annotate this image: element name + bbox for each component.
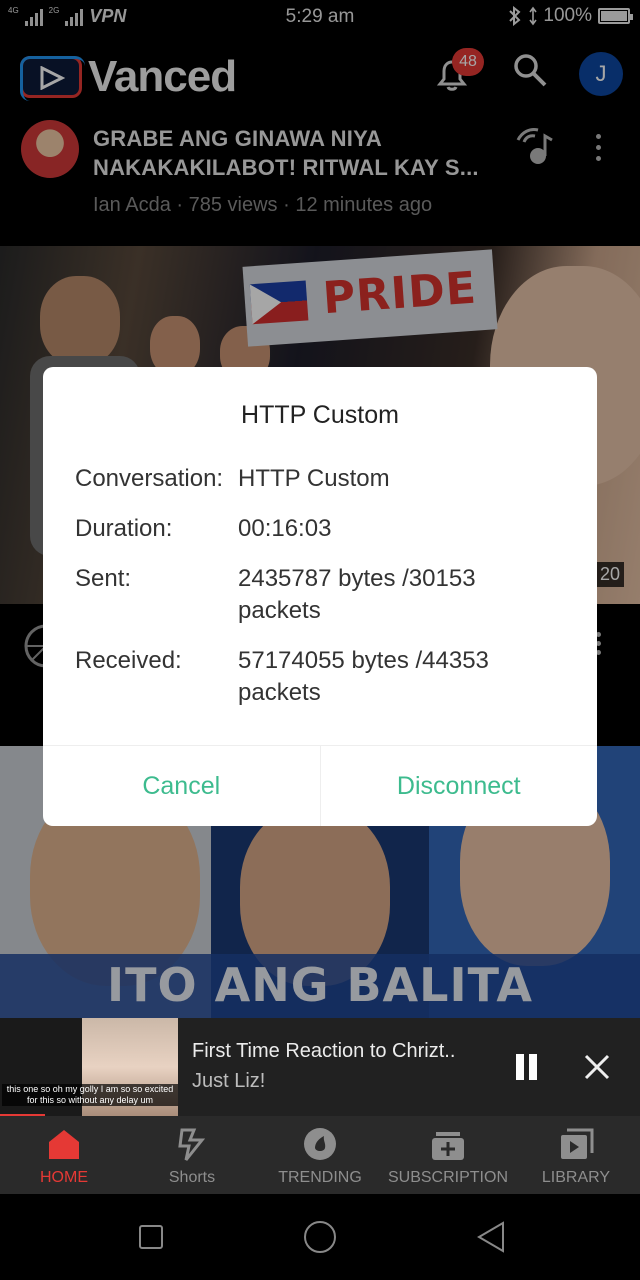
cancel-button[interactable]: Cancel bbox=[43, 746, 320, 826]
nav-trending[interactable]: TRENDING bbox=[256, 1116, 384, 1194]
conversation-label: Conversation: bbox=[75, 465, 224, 492]
http-custom-dialog: HTTP Custom Conversation: HTTP Custom Du… bbox=[43, 367, 597, 826]
library-icon bbox=[561, 1128, 594, 1159]
nav-shorts[interactable]: Shorts bbox=[128, 1116, 256, 1194]
back-icon[interactable] bbox=[476, 1221, 506, 1253]
mini-player[interactable]: this one so oh my golly I am so so excit… bbox=[0, 1018, 640, 1116]
nav-subscription[interactable]: SUBSCRIPTION bbox=[384, 1116, 512, 1194]
system-navigation-bar bbox=[0, 1194, 640, 1280]
recent-apps-icon[interactable] bbox=[139, 1225, 163, 1249]
close-icon[interactable] bbox=[582, 1052, 612, 1082]
nav-subscription-label: SUBSCRIPTION bbox=[387, 1169, 508, 1186]
disconnect-button[interactable]: Disconnect bbox=[319, 746, 598, 826]
nav-home-label: HOME bbox=[40, 1169, 88, 1186]
nav-shorts-label: Shorts bbox=[168, 1169, 216, 1186]
subscription-icon bbox=[432, 1132, 464, 1160]
sent-value: 2435787 bytes /30153 packets bbox=[238, 565, 476, 624]
mini-player-channel: Just Liz! bbox=[192, 1070, 266, 1092]
conversation-value: HTTP Custom bbox=[238, 465, 390, 492]
trending-icon bbox=[304, 1128, 336, 1160]
shorts-icon bbox=[178, 1128, 206, 1161]
nav-library-label: LIBRARY bbox=[541, 1169, 611, 1186]
duration-label: Duration: bbox=[75, 515, 173, 542]
nav-home[interactable]: HOME bbox=[0, 1116, 128, 1194]
dialog-title: HTTP Custom bbox=[241, 401, 399, 429]
mini-player-caption: this one so oh my golly I am so so excit… bbox=[2, 1084, 178, 1106]
received-value: 57174055 bytes /44353 packets bbox=[238, 647, 489, 706]
pause-icon[interactable] bbox=[512, 1054, 540, 1082]
home-icon bbox=[49, 1130, 79, 1159]
mini-player-thumbnail[interactable]: this one so oh my golly I am so so excit… bbox=[0, 1018, 178, 1116]
dialog-button-bar: Cancel Disconnect bbox=[43, 745, 597, 826]
home-button-icon[interactable] bbox=[304, 1221, 336, 1253]
duration-value: 00:16:03 bbox=[238, 515, 332, 542]
mini-player-title[interactable]: First Time Reaction to Chrizt.. bbox=[192, 1040, 455, 1063]
bottom-navigation: HOME Shorts TRENDING SUBSCRIPTION LIBRAR… bbox=[0, 1116, 640, 1194]
sent-label: Sent: bbox=[75, 565, 132, 592]
nav-trending-label: TRENDING bbox=[278, 1169, 362, 1186]
nav-library[interactable]: LIBRARY bbox=[512, 1116, 640, 1194]
received-label: Received: bbox=[75, 647, 182, 674]
